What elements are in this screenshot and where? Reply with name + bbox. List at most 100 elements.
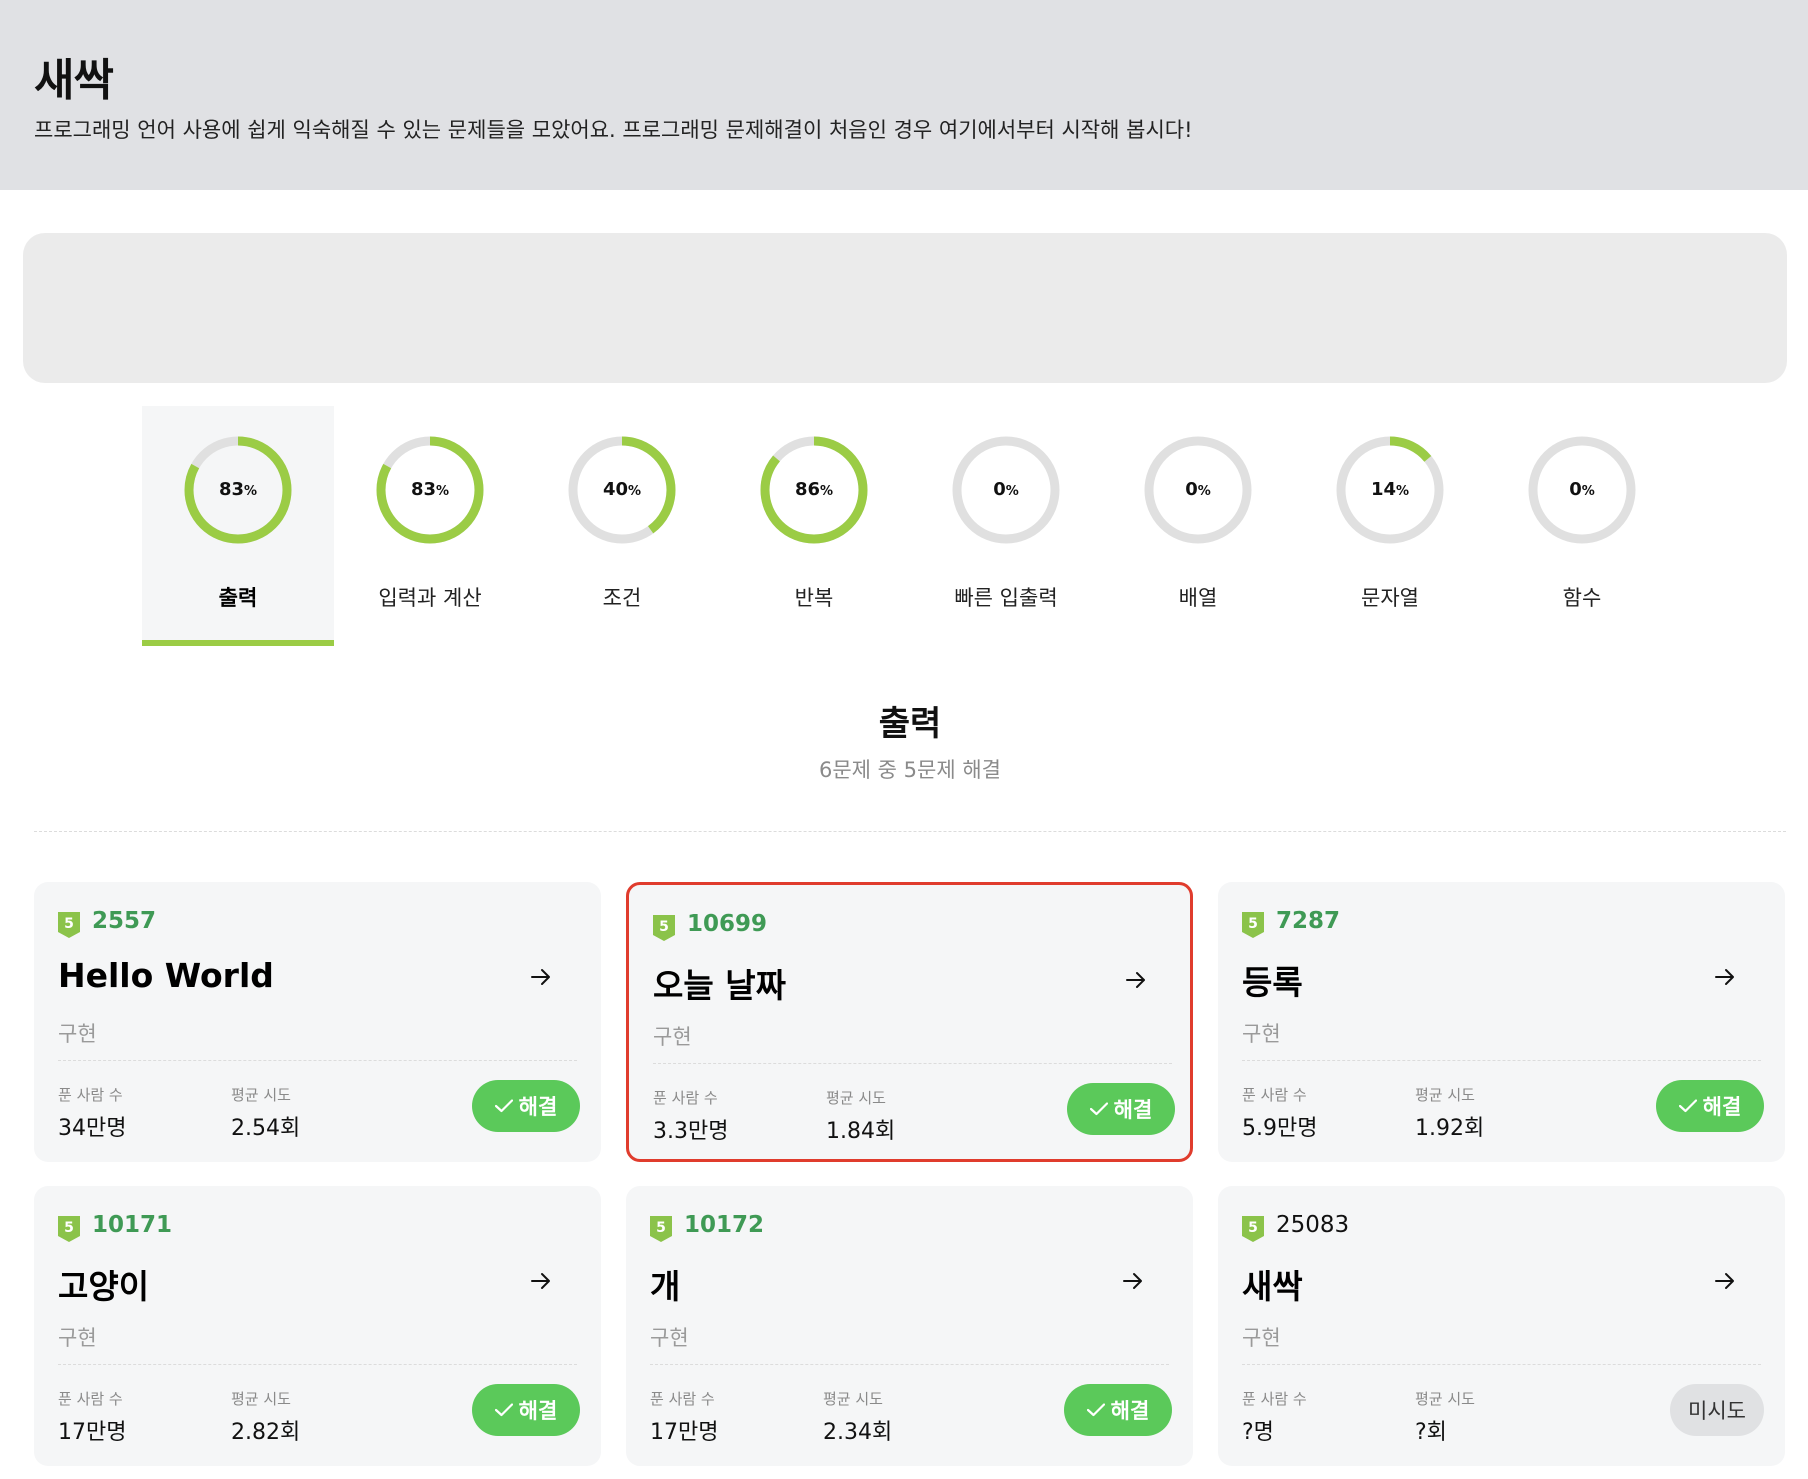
progress-percent: 86%	[794, 479, 834, 500]
arrow-right-icon[interactable]	[1714, 1270, 1736, 1292]
card-divider	[58, 1364, 577, 1365]
svg-text:5: 5	[656, 1220, 666, 1236]
category-tab-2[interactable]: 40% 조건	[526, 406, 718, 646]
svg-text:5: 5	[1248, 916, 1258, 932]
solvers-label: 푼 사람 수	[58, 1086, 123, 1104]
tier-badge-icon: 5	[650, 1216, 672, 1242]
solved-badge: 해결	[1656, 1080, 1764, 1132]
svg-text:5: 5	[1248, 1220, 1258, 1236]
avg-attempts-label: 평균 시도	[826, 1089, 886, 1107]
avg-attempts-value: 1.84회	[826, 1119, 896, 1144]
arrow-right-icon[interactable]	[1125, 969, 1147, 991]
svg-text:5: 5	[659, 919, 669, 935]
svg-text:5: 5	[64, 1220, 74, 1236]
tier-badge-icon: 5	[653, 915, 675, 941]
avg-attempts-value: 2.34회	[823, 1420, 893, 1445]
solvers-value: 5.9만명	[1242, 1116, 1318, 1141]
avg-attempts-label: 평균 시도	[231, 1390, 291, 1408]
category-tab-3[interactable]: 86% 반복	[718, 406, 910, 646]
problem-id: 10699	[687, 911, 768, 937]
solved-badge: 해결	[1067, 1083, 1175, 1135]
check-icon	[1086, 1403, 1105, 1417]
progress-percent: 0%	[1185, 479, 1211, 500]
problem-title: Hello World	[58, 956, 274, 995]
avg-attempts-value: ?회	[1415, 1420, 1447, 1445]
category-tab-1[interactable]: 83% 입력과 계산	[334, 406, 526, 646]
solvers-label: 푼 사람 수	[58, 1390, 123, 1408]
tier-badge-icon: 5	[1242, 1216, 1264, 1242]
avg-attempts-label: 평균 시도	[1415, 1390, 1475, 1408]
problem-card[interactable]: 5 10171 고양이 구현 푼 사람 수 평균 시도 17만명 2.82회 해결	[34, 1186, 601, 1466]
avg-attempts-value: 1.92회	[1415, 1116, 1485, 1141]
problem-card[interactable]: 5 10172 개 구현 푼 사람 수 평균 시도 17만명 2.34회 해결	[626, 1186, 1193, 1466]
tier-badge-icon: 5	[58, 912, 80, 938]
problem-type: 구현	[1242, 1022, 1281, 1046]
solvers-value: ?명	[1242, 1420, 1274, 1445]
arrow-right-icon[interactable]	[1122, 1270, 1144, 1292]
problem-id: 25083	[1276, 1212, 1350, 1238]
problem-type: 구현	[58, 1022, 97, 1046]
avg-attempts-label: 평균 시도	[1415, 1086, 1475, 1104]
card-divider	[650, 1364, 1169, 1365]
check-icon	[494, 1403, 513, 1417]
problem-title: 개	[650, 1267, 681, 1306]
arrow-right-icon[interactable]	[1714, 966, 1736, 988]
svg-text:5: 5	[64, 916, 74, 932]
tier-badge-icon: 5	[1242, 912, 1264, 938]
problem-type: 구현	[1242, 1326, 1281, 1350]
problem-id: 7287	[1276, 908, 1341, 934]
category-label: 조건	[602, 586, 642, 610]
card-divider	[58, 1060, 577, 1061]
problem-card[interactable]: 5 10699 오늘 날짜 구현 푼 사람 수 평균 시도 3.3만명 1.84회 해결	[626, 882, 1193, 1162]
page-title: 새싹	[34, 55, 114, 106]
problem-card[interactable]: 5 7287 등록 구현 푼 사람 수 평균 시도 5.9만명 1.92회 해결	[1218, 882, 1785, 1162]
category-label: 문자열	[1361, 586, 1419, 610]
category-tab-4[interactable]: 0% 빠른 입출력	[910, 406, 1102, 646]
category-tab-6[interactable]: 14% 문자열	[1294, 406, 1486, 646]
progress-percent: 14%	[1370, 479, 1410, 500]
solvers-value: 34만명	[58, 1116, 127, 1141]
problem-card[interactable]: 5 25083 새싹 구현 푼 사람 수 평균 시도 ?명 ?회 미시도	[1218, 1186, 1785, 1466]
category-label: 반복	[794, 586, 834, 610]
progress-percent: 0%	[993, 479, 1019, 500]
solvers-label: 푼 사람 수	[1242, 1390, 1307, 1408]
check-icon	[1678, 1099, 1697, 1113]
solvers-label: 푼 사람 수	[1242, 1086, 1307, 1104]
category-label: 빠른 입출력	[954, 586, 1058, 610]
tier-badge-icon: 5	[58, 1216, 80, 1242]
page-description: 프로그래밍 언어 사용에 쉽게 익숙해질 수 있는 문제들을 모았어요. 프로그…	[34, 118, 1193, 142]
problem-id: 10171	[92, 1212, 173, 1238]
section-subtitle: 6문제 중 5문제 해결	[819, 758, 1001, 782]
page-header: 새싹 프로그래밍 언어 사용에 쉽게 익숙해질 수 있는 문제들을 모았어요. …	[0, 0, 1808, 190]
progress-percent: 0%	[1569, 479, 1595, 500]
category-label: 출력	[218, 586, 258, 610]
progress-percent: 40%	[602, 479, 642, 500]
card-divider	[653, 1063, 1172, 1064]
arrow-right-icon[interactable]	[530, 1270, 552, 1292]
avg-attempts-label: 평균 시도	[231, 1086, 291, 1104]
avg-attempts-label: 평균 시도	[823, 1390, 883, 1408]
problem-card[interactable]: 5 2557 Hello World 구현 푼 사람 수 평균 시도 34만명 2.54회 해결	[34, 882, 601, 1162]
active-tab-underline	[142, 640, 334, 646]
problem-title: 고양이	[58, 1267, 150, 1306]
category-label: 입력과 계산	[378, 586, 482, 610]
avg-attempts-value: 2.82회	[231, 1420, 301, 1445]
solved-badge: 해결	[472, 1384, 580, 1436]
problem-id: 2557	[92, 908, 157, 934]
problem-title: 새싹	[1242, 1267, 1303, 1306]
check-icon	[1089, 1102, 1108, 1116]
arrow-right-icon[interactable]	[530, 966, 552, 988]
category-tab-5[interactable]: 0% 배열	[1102, 406, 1294, 646]
card-divider	[1242, 1060, 1761, 1061]
solved-badge: 해결	[1064, 1384, 1172, 1436]
card-divider	[1242, 1364, 1761, 1365]
category-label: 배열	[1178, 586, 1218, 610]
solvers-value: 3.3만명	[653, 1119, 729, 1144]
solvers-value: 17만명	[650, 1420, 719, 1445]
category-tab-7[interactable]: 0% 함수	[1486, 406, 1678, 646]
check-icon	[494, 1099, 513, 1113]
category-tab-0[interactable]: 83% 출력	[142, 406, 334, 646]
category-label: 함수	[1562, 586, 1602, 610]
solvers-label: 푼 사람 수	[650, 1390, 715, 1408]
avg-attempts-value: 2.54회	[231, 1116, 301, 1141]
